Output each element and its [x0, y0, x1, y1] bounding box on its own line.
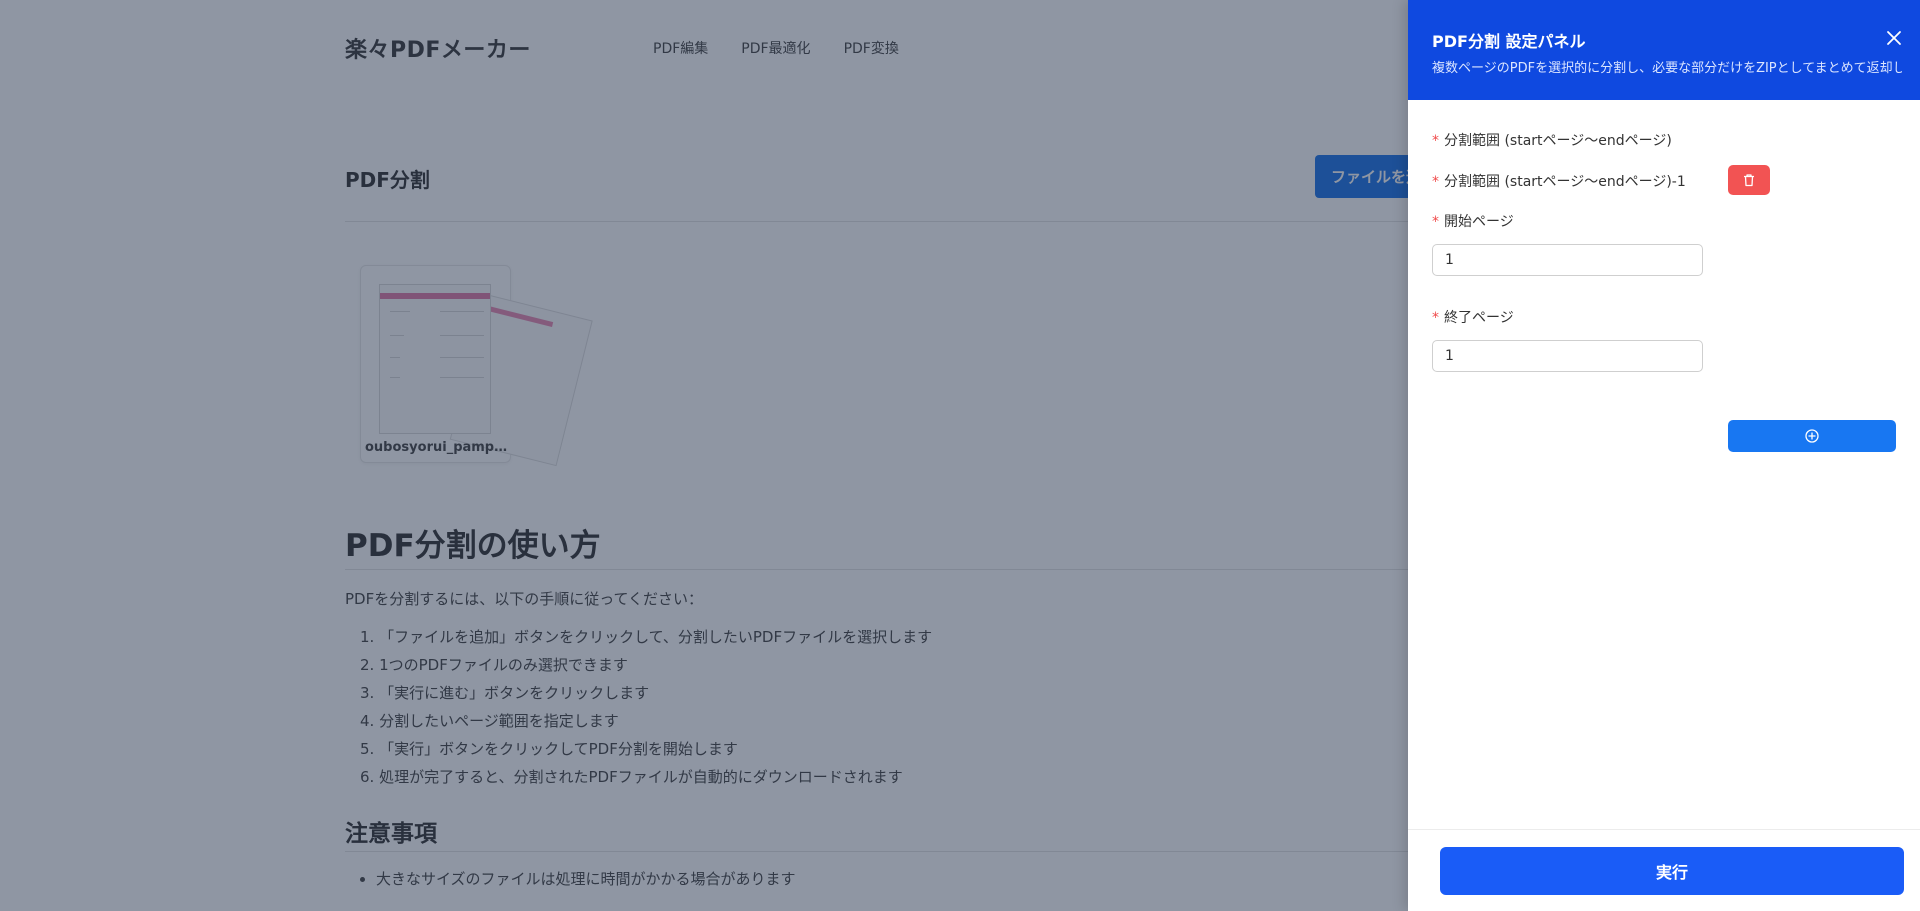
required-mark: *	[1432, 174, 1439, 190]
end-page-input[interactable]	[1432, 340, 1703, 372]
end-page-label: * 終了ページ	[1432, 307, 1514, 327]
panel-footer-divider	[1408, 829, 1920, 830]
panel-header: PDF分割 設定パネル 複数ページのPDFを選択的に分割し、必要な部分だけをZI…	[1408, 0, 1920, 100]
trash-icon	[1744, 174, 1754, 187]
range-item-label-text: 分割範囲 (startページ〜endページ)-1	[1444, 174, 1686, 190]
close-icon	[1887, 31, 1901, 45]
panel-title: PDF分割 設定パネル	[1432, 32, 1586, 51]
split-settings-panel: PDF分割 設定パネル 複数ページのPDFを選択的に分割し、必要な部分だけをZI…	[1408, 0, 1920, 911]
run-button[interactable]: 実行	[1440, 847, 1904, 895]
delete-range-button[interactable]	[1728, 165, 1770, 195]
required-mark: *	[1432, 214, 1439, 230]
plus-circle-icon	[1805, 429, 1819, 443]
start-page-input[interactable]	[1432, 244, 1703, 276]
end-page-label-text: 終了ページ	[1444, 310, 1514, 326]
close-button[interactable]	[1882, 26, 1906, 50]
start-page-label: * 開始ページ	[1432, 211, 1514, 231]
add-range-button[interactable]	[1728, 420, 1896, 452]
required-mark: *	[1432, 310, 1439, 326]
start-page-label-text: 開始ページ	[1444, 214, 1514, 230]
range-group-label: * 分割範囲 (startページ〜endページ)	[1432, 130, 1672, 150]
panel-subtitle: 複数ページのPDFを選択的に分割し、必要な部分だけをZIPとしてまとめて返却しま…	[1432, 61, 1902, 76]
range-group-label-text: 分割範囲 (startページ〜endページ)	[1444, 133, 1672, 149]
required-mark: *	[1432, 133, 1439, 149]
range-item-label: * 分割範囲 (startページ〜endページ)-1	[1432, 171, 1686, 191]
